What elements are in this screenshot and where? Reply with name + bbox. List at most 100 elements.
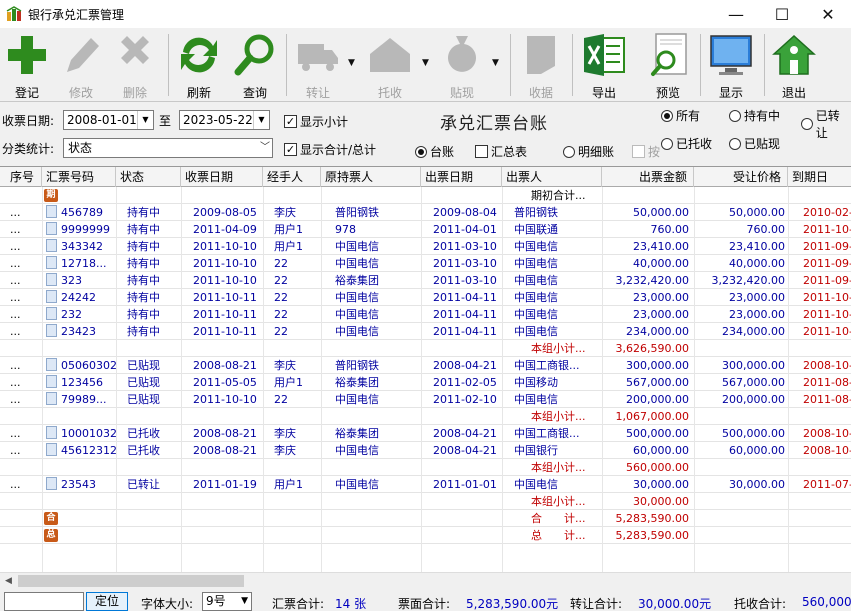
- cell-bill: 23543: [46, 476, 116, 493]
- col-header-price[interactable]: 受让价格: [694, 167, 788, 187]
- col-header-amount[interactable]: 出票金额: [602, 167, 694, 187]
- subtotal-row[interactable]: 本组小计... 560,000.00: [0, 459, 851, 476]
- cell-bill-text: 456789: [61, 206, 103, 219]
- collect-dropdown-arrow-icon[interactable]: ▼: [422, 58, 429, 68]
- export-button[interactable]: 导出: [578, 30, 630, 100]
- cell-no-text: ...: [10, 478, 21, 491]
- locate-button[interactable]: 定位: [86, 592, 128, 611]
- table-row[interactable]: ... 05060302 已贴现 2008-08-21 李庆 普阳钢铁 2008-04-21…: [0, 357, 851, 374]
- register-button[interactable]: 登记: [2, 30, 52, 100]
- show-total-checkbox[interactable]: ✓ 显示合计/总计: [284, 141, 376, 158]
- collect-button[interactable]: 托收 ▼: [362, 30, 429, 100]
- col-header-drawer[interactable]: 出票人: [502, 167, 602, 187]
- view-ledger-label: 台账: [430, 145, 455, 159]
- search-button[interactable]: 查询: [230, 30, 280, 100]
- col-header-issue-date[interactable]: 出票日期: [421, 167, 502, 187]
- col-header-handler[interactable]: 经手人: [263, 167, 321, 187]
- cell-status-text: 已转让: [127, 478, 160, 491]
- table-row[interactable]: ... 12718... 持有中 2011-10-10 22 中国电信 2011-03-10…: [0, 255, 851, 272]
- total-row[interactable]: 总 总 计... 5,283,590.00: [0, 527, 851, 544]
- display-button[interactable]: 显示: [704, 30, 758, 100]
- total-row[interactable]: 合 合 计... 5,283,590.00: [0, 510, 851, 527]
- exit-button[interactable]: 退出: [768, 30, 820, 100]
- cell-no: ...: [10, 476, 40, 493]
- calendar-dropdown-icon[interactable]: ▼: [253, 111, 269, 129]
- subtotal-row[interactable]: 本组小计... 3,626,590.00: [0, 340, 851, 357]
- minimize-button[interactable]: —: [713, 0, 759, 28]
- subtotal-row[interactable]: 本组小计... 1,067,000.00: [0, 408, 851, 425]
- calendar-dropdown-icon[interactable]: ▼: [137, 111, 153, 129]
- maximize-button[interactable]: ☐: [759, 0, 805, 28]
- cell-holder-text: 裕泰集团: [335, 274, 379, 287]
- col-header-original-holder[interactable]: 原持票人: [321, 167, 421, 187]
- edit-button[interactable]: 修改: [56, 30, 106, 100]
- cell-holder: 中国电信: [335, 289, 421, 306]
- transfer-dropdown-arrow-icon[interactable]: ▼: [348, 58, 355, 68]
- cell-no-text: ...: [10, 444, 21, 457]
- col-header-due-date[interactable]: 到期日: [788, 167, 851, 187]
- horizontal-scrollbar[interactable]: ◀: [0, 572, 851, 589]
- cell-amount-text: 760.00: [650, 223, 690, 236]
- cell-status: 持有中: [127, 204, 181, 221]
- status-radio-transferred[interactable]: 已转让: [801, 107, 851, 141]
- table-row[interactable]: ... 456789 持有中 2009-08-05 李庆 普阳钢铁 2009-08-04 普阳…: [0, 204, 851, 221]
- status-radio-holding[interactable]: 持有中: [729, 107, 780, 124]
- show-subtotal-checkbox[interactable]: ✓ 显示小计: [284, 113, 348, 130]
- cell-issue-text: 2011-03-10: [433, 274, 497, 287]
- locate-input[interactable]: [4, 592, 84, 611]
- table-row[interactable]: ... 232 持有中 2011-10-11 22 中国电信 2011-04-11 中国电信 2…: [0, 306, 851, 323]
- discount-button[interactable]: 贴现 ▼: [434, 30, 499, 100]
- status-radio-collected[interactable]: 已托收: [661, 135, 712, 152]
- table-row[interactable]: ... 79989... 已贴现 2011-10-10 22 中国电信 2011-02-10…: [0, 391, 851, 408]
- table-row[interactable]: ... 45612312 已托收 2008-08-21 李庆 中国电信 2008-04-21…: [0, 442, 851, 459]
- view-detail-radio[interactable]: 明细账: [563, 143, 614, 160]
- table-row[interactable]: ... 24242 持有中 2011-10-11 22 中国电信 2011-04-11 中国电…: [0, 289, 851, 306]
- col-header-receive-date[interactable]: 收票日期: [181, 167, 263, 187]
- category-select[interactable]: 状态 ﹀: [63, 138, 273, 158]
- date-to-picker[interactable]: 2023-05-22 ▼: [179, 110, 270, 130]
- cell-amount: 30,000.00: [602, 476, 689, 493]
- view-ledger-radio[interactable]: 台账: [415, 143, 454, 160]
- font-size-select[interactable]: 9号 ▼: [202, 592, 252, 611]
- table-row[interactable]: ... 123456 已贴现 2011-05-05 用户1 裕泰集团 2011-02-05 中…: [0, 374, 851, 391]
- col-header-bill-no[interactable]: 汇票号码: [42, 167, 116, 187]
- col-header-no[interactable]: 序号: [0, 167, 42, 187]
- preview-button[interactable]: 预览: [642, 30, 694, 100]
- table-row[interactable]: ... 23423 持有中 2011-10-11 22 中国电信 2011-04-11 中国电…: [0, 323, 851, 340]
- exit-label: 退出: [781, 86, 806, 100]
- cell-price-text: 200,000.00: [722, 393, 785, 406]
- transfer-button[interactable]: 转让 ▼: [290, 30, 355, 100]
- date-from-picker[interactable]: 2008-01-01 ▼: [63, 110, 154, 130]
- scroll-left-arrow-icon[interactable]: ◀: [0, 573, 17, 590]
- cell-no: ...: [10, 238, 40, 255]
- status-radio-discounted[interactable]: 已贴现: [729, 135, 780, 152]
- subtotal-row[interactable]: 本组小计... 30,000.00: [0, 493, 851, 510]
- status-radio-all[interactable]: 所有: [661, 107, 700, 124]
- discount-dropdown-arrow-icon[interactable]: ▼: [492, 58, 499, 68]
- cell-handler: 22: [274, 391, 321, 408]
- close-button[interactable]: ✕: [805, 0, 851, 28]
- scrollbar-thumb[interactable]: [18, 575, 244, 587]
- view-extra-checkbox[interactable]: 按: [632, 143, 660, 160]
- table-row[interactable]: ... 9999999 持有中 2011-04-09 用户1 978 2011-04-01 中…: [0, 221, 851, 238]
- cell-no: ...: [10, 255, 40, 272]
- table-row[interactable]: ... 343342 持有中 2011-10-10 用户1 中国电信 2011-03-10 中…: [0, 238, 851, 255]
- refresh-button[interactable]: 刷新: [174, 30, 224, 100]
- opening-total-row[interactable]: 期 期初合计...: [0, 187, 851, 204]
- view-summary-checkbox[interactable]: 汇总表: [475, 143, 527, 160]
- summary-amount: 560,000.00: [626, 461, 689, 474]
- ledger-grid[interactable]: 序号 汇票号码 状态 收票日期 经手人 原持票人 出票日期 出票人 出票金额 受…: [0, 166, 851, 572]
- cell-recv-text: 2011-01-19: [193, 478, 257, 491]
- col-header-status[interactable]: 状态: [116, 167, 181, 187]
- table-row[interactable]: ... 323 持有中 2011-10-10 22 裕泰集团 2011-03-10 中国电信 3…: [0, 272, 851, 289]
- receipt-button[interactable]: 收据: [516, 30, 566, 100]
- delete-button[interactable]: 删除: [110, 30, 160, 100]
- summary-label: 本组小计...: [531, 495, 586, 508]
- radio-icon: [729, 137, 741, 150]
- cell-bill-text: 343342: [61, 240, 103, 253]
- cell-status-text: 持有中: [127, 206, 160, 219]
- table-row[interactable]: ... 10001032 已托收 2008-08-21 李庆 裕泰集团 2008-04-21…: [0, 425, 851, 442]
- cell-recv: 2011-10-11: [193, 323, 263, 340]
- table-row[interactable]: ... 23543 已转让 2011-01-19 用户1 中国电信 2011-01-01 中国…: [0, 476, 851, 493]
- summary-label: 本组小计...: [531, 410, 586, 423]
